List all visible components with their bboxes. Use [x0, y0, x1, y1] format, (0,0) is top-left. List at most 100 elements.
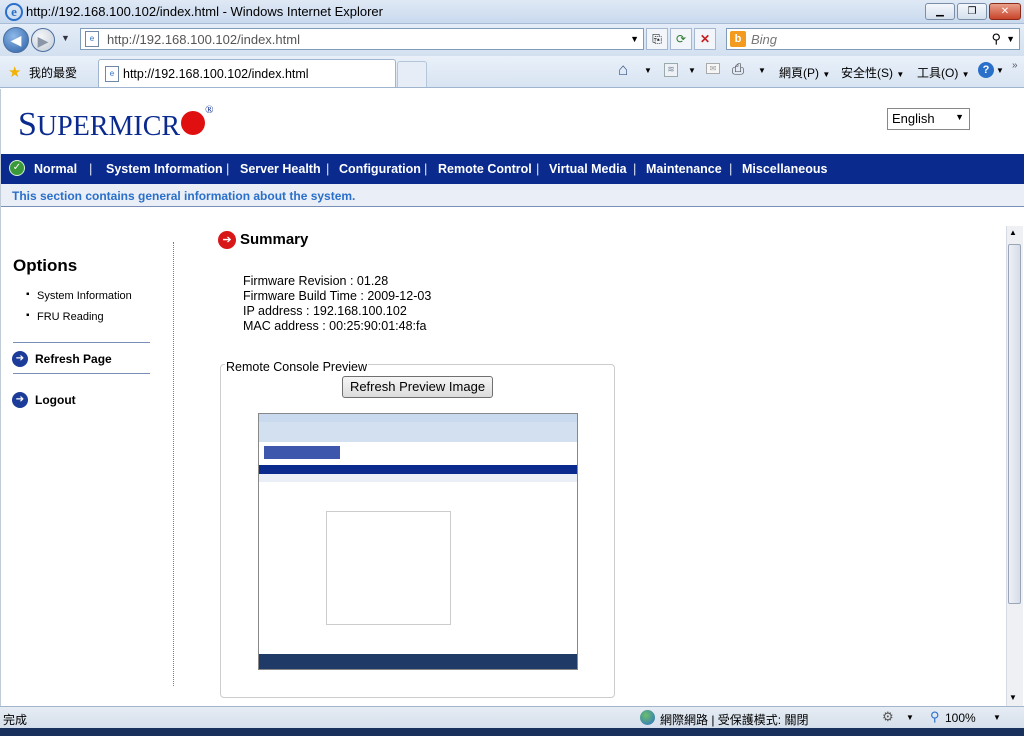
supermicro-logo: SUPERMICR ®	[18, 104, 213, 144]
favorites-star-icon[interactable]: ★	[8, 63, 21, 81]
history-dropdown-icon[interactable]: ▼	[61, 33, 70, 43]
search-box[interactable]: b Bing ⚲ ▼	[726, 28, 1020, 50]
bullet-icon: ▪	[26, 310, 30, 321]
forward-button[interactable]: ▶	[31, 28, 55, 52]
ie-logo-icon: e	[5, 3, 23, 21]
refresh-arrow-icon[interactable]: ➔	[12, 351, 28, 367]
logo-text-rest: UPERMICR	[36, 111, 181, 142]
nav-maintenance[interactable]: Maintenance	[646, 162, 722, 176]
mail-icon[interactable]: ✉	[706, 63, 720, 74]
globe-icon	[640, 710, 655, 725]
scroll-up-icon[interactable]: ▲	[1009, 228, 1017, 237]
zoom-dropdown-icon[interactable]: ▼	[993, 713, 1001, 722]
stop-icon[interactable]: ✕	[694, 28, 716, 50]
nav-system-information[interactable]: System Information	[106, 162, 223, 176]
window-title: http://192.168.100.102/index.html - Wind…	[26, 4, 383, 19]
close-button[interactable]: ✕	[989, 3, 1021, 20]
summary-list: Firmware Revision : 01.28 Firmware Build…	[243, 274, 431, 334]
protected-mode-icon[interactable]: ⚙	[882, 709, 894, 725]
scrollbar-thumb[interactable]	[1008, 244, 1021, 604]
tools-menu-dropdown-icon: ▼	[961, 70, 970, 79]
preview-infobar	[259, 474, 577, 482]
page-menu[interactable]: 網頁(P) ▼	[779, 64, 830, 81]
nav-normal[interactable]: Normal	[34, 162, 77, 176]
minimize-button[interactable]: ▁	[925, 3, 955, 20]
home-icon[interactable]: ⌂	[618, 60, 628, 80]
nav-separator: |	[89, 161, 93, 176]
section-info-text: This section contains general informatio…	[12, 189, 356, 203]
back-button[interactable]: ◀	[3, 27, 29, 53]
page-content: SUPERMICR ® English ▼ ✓ Normal | System I…	[0, 89, 1024, 706]
feeds-dropdown-icon[interactable]: ▼	[688, 66, 696, 75]
help-dropdown-icon[interactable]: ▼	[996, 66, 1004, 75]
logout-arrow-icon[interactable]: ➔	[12, 392, 28, 408]
tab-bar: ★ 我的最愛 e http://192.168.100.102/index.ht…	[0, 56, 1024, 88]
search-dropdown-icon[interactable]: ▼	[1006, 34, 1015, 44]
logo-dot-icon	[181, 111, 206, 136]
print-icon[interactable]: ⎙	[732, 61, 744, 78]
help-icon[interactable]: ?	[978, 62, 994, 78]
page-menu-label: 網頁(P)	[779, 66, 819, 80]
compatibility-view-icon[interactable]: ⎘	[646, 28, 668, 50]
navigation-bar: ◀ ▶ ▼ e http://192.168.100.102/index.htm…	[0, 24, 1024, 56]
tools-menu-label: 工具(O)	[917, 66, 959, 80]
refresh-page-link[interactable]: Refresh Page	[35, 352, 112, 366]
address-bar[interactable]: e http://192.168.100.102/index.html ▼	[80, 28, 644, 50]
tools-menu[interactable]: 工具(O) ▼	[917, 64, 970, 81]
maximize-button[interactable]: ❐	[957, 3, 987, 20]
main-menu-bar: ✓ Normal | System Information | Server H…	[1, 154, 1024, 184]
zoom-icon[interactable]: ⚲	[930, 709, 940, 725]
nav-configuration[interactable]: Configuration	[339, 162, 421, 176]
sidebar-item-system-information[interactable]: System Information	[37, 290, 132, 302]
ip-address: IP address : 192.168.100.102	[243, 304, 407, 318]
status-bar: 完成 網際網路 | 受保護模式: 關閉 ⚙ ▼ ⚲ 100% ▼	[0, 706, 1024, 728]
nav-separator: |	[226, 161, 230, 176]
sidebar-item-fru-reading[interactable]: FRU Reading	[37, 311, 104, 323]
tab-page-icon: e	[105, 66, 119, 82]
scroll-down-icon[interactable]: ▼	[1009, 693, 1017, 702]
safety-menu[interactable]: 安全性(S) ▼	[841, 64, 904, 81]
title-bar: e http://192.168.100.102/index.html - Wi…	[0, 0, 1024, 24]
language-value: English	[892, 111, 935, 126]
search-icon[interactable]: ⚲	[991, 31, 1001, 47]
chevron-right-icon[interactable]: »	[1012, 60, 1018, 71]
preview-nested-box	[326, 511, 451, 625]
preview-logo-block	[264, 446, 340, 459]
console-preview-image	[258, 413, 578, 670]
new-tab-button[interactable]	[397, 61, 427, 87]
sidebar-separator	[173, 242, 174, 686]
feeds-icon[interactable]: ≋	[664, 63, 678, 77]
nav-miscellaneous[interactable]: Miscellaneous	[742, 162, 827, 176]
refresh-preview-button[interactable]: Refresh Preview Image	[342, 376, 493, 398]
nav-remote-control[interactable]: Remote Control	[438, 162, 532, 176]
status-ok-icon: ✓	[9, 160, 25, 176]
security-zone-text[interactable]: 網際網路 | 受保護模式: 關閉	[660, 711, 808, 728]
home-dropdown-icon[interactable]: ▼	[644, 66, 652, 75]
logout-link[interactable]: Logout	[35, 393, 76, 407]
nav-separator: |	[326, 161, 330, 176]
tab-title: http://192.168.100.102/index.html	[123, 67, 309, 81]
firmware-build-time: Firmware Build Time : 2009-12-03	[243, 289, 432, 303]
nav-server-health[interactable]: Server Health	[240, 162, 321, 176]
nav-separator: |	[536, 161, 540, 176]
sidebar-divider	[13, 373, 150, 374]
firmware-revision: Firmware Revision : 01.28	[243, 274, 389, 288]
address-dropdown-icon[interactable]: ▼	[630, 34, 639, 44]
options-heading: Options	[13, 256, 78, 275]
favorites-label[interactable]: 我的最愛	[29, 64, 77, 81]
safety-menu-dropdown-icon: ▼	[896, 70, 905, 79]
safety-menu-label: 安全性(S)	[841, 66, 893, 80]
refresh-icon[interactable]: ⟳	[670, 28, 692, 50]
bullet-icon: ▪	[26, 289, 30, 300]
language-select[interactable]: English ▼	[887, 108, 970, 130]
page-menu-dropdown-icon: ▼	[822, 70, 831, 79]
nav-virtual-media[interactable]: Virtual Media	[549, 162, 627, 176]
status-text: 完成	[3, 713, 28, 727]
summary-title: Summary	[240, 231, 309, 248]
browser-tab[interactable]: e http://192.168.100.102/index.html	[98, 59, 396, 87]
status-dropdown-icon[interactable]: ▼	[906, 713, 914, 722]
bing-icon: b	[730, 31, 746, 47]
zoom-level[interactable]: 100%	[945, 711, 976, 725]
nav-separator: |	[729, 161, 733, 176]
print-dropdown-icon[interactable]: ▼	[758, 66, 766, 75]
